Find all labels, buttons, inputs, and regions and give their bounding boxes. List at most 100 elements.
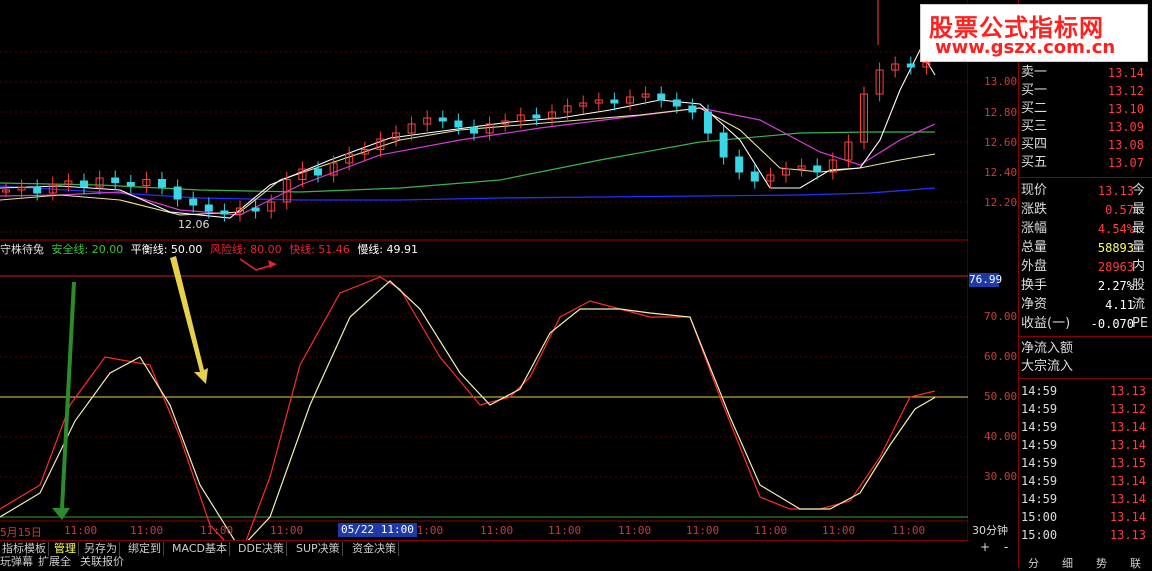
candle-body bbox=[158, 179, 166, 188]
tab-detail[interactable]: 细 bbox=[1062, 555, 1073, 571]
order-book-row[interactable]: 买一 13.12 bbox=[1018, 82, 1152, 100]
toolbar-template[interactable]: 模板 bbox=[22, 542, 49, 556]
slow-line bbox=[0, 280, 936, 550]
toolbar-bind-to[interactable]: 绑定到 bbox=[126, 542, 164, 556]
order-book-row[interactable]: 卖一 13.14 bbox=[1018, 64, 1152, 82]
yellow-arrow-icon bbox=[170, 256, 208, 384]
zoom-out-button[interactable]: - bbox=[1004, 540, 1008, 554]
chart-area[interactable] bbox=[0, 0, 969, 559]
indicator-legend: 守株待兔 安全线: 20.00 平衡线: 50.00 风险线: 80.00 快线… bbox=[0, 242, 422, 258]
side-tabs: 分 细 势 联 bbox=[1018, 555, 1152, 571]
toolbar2-expand[interactable]: 扩展全 bbox=[38, 556, 71, 568]
candle-body bbox=[813, 165, 822, 173]
tab-trend[interactable]: 势 bbox=[1096, 555, 1107, 571]
candle-body bbox=[173, 186, 182, 200]
time-axis-start: 5月15日 bbox=[0, 526, 42, 539]
ind-tick: 40.00 bbox=[984, 430, 1018, 443]
candle-body bbox=[126, 182, 135, 186]
toolbar-manage[interactable]: 管理 bbox=[52, 542, 79, 556]
risk-line-value: 风险线: 80.00 bbox=[209, 243, 282, 256]
tab-minute[interactable]: 分 bbox=[1028, 555, 1039, 571]
toolbar2-related-quote[interactable]: 关联报价 bbox=[80, 556, 124, 568]
ind-tick: 60.00 bbox=[984, 350, 1018, 363]
toolbar-save-as[interactable]: 另存为 bbox=[82, 542, 120, 556]
watermark-url: www.gszx.com.cn bbox=[935, 37, 1116, 58]
time-tick: 11:00 bbox=[686, 524, 720, 537]
low-price-label: 12.06 bbox=[178, 218, 210, 231]
balance-line-value: 平衡线: 50.00 bbox=[130, 243, 203, 256]
toolbar-fund[interactable]: 资金决策 bbox=[350, 542, 399, 556]
order-book-row[interactable]: 买三 13.09 bbox=[1018, 118, 1152, 136]
zoom-in-button[interactable]: + bbox=[980, 540, 990, 554]
stat-row: 换手 2.27% 股 bbox=[1021, 278, 1146, 293]
toolbar-macd[interactable]: MACD基本 bbox=[170, 542, 230, 556]
tick-row: 14:59 13.14 bbox=[1021, 420, 1146, 434]
stat-row: 外盘 28963 内 bbox=[1021, 259, 1146, 274]
time-tick: 11:00 bbox=[618, 524, 652, 537]
candle-body bbox=[657, 93, 666, 101]
stat-row: 涨跌 0.57 最 bbox=[1021, 202, 1146, 217]
tick-row: 14:59 13.14 bbox=[1021, 438, 1146, 452]
cursor-time-badge: 05/22 11:00 bbox=[338, 523, 417, 537]
toolbar-dde[interactable]: DDE决策 bbox=[236, 542, 287, 556]
candle-body bbox=[314, 168, 322, 176]
indicator-name[interactable]: 守株待兔 bbox=[0, 243, 44, 256]
tick-row: 15:00 13.14 bbox=[1021, 510, 1146, 524]
block-inflow-label: 大宗流入 bbox=[1021, 359, 1074, 374]
time-tick: 11:00 bbox=[64, 524, 98, 537]
ma-green bbox=[0, 131, 935, 193]
candle-body bbox=[750, 171, 759, 182]
price-tick: 12.40 bbox=[984, 166, 1018, 179]
toolbar-sup[interactable]: SUP决策 bbox=[294, 542, 343, 556]
candle-body bbox=[189, 198, 198, 206]
secondary-toolbar: 玩弹幕 扩展全 关联报价 bbox=[0, 556, 968, 568]
candle-body bbox=[220, 210, 229, 215]
candle-body bbox=[470, 126, 478, 134]
fast-line bbox=[0, 276, 936, 559]
price-tick: 12.80 bbox=[984, 106, 1018, 119]
candle-body bbox=[532, 114, 541, 119]
time-tick: 11:00 bbox=[200, 524, 234, 537]
period-label[interactable]: 30分钟 bbox=[972, 522, 1008, 538]
candle-body bbox=[735, 156, 744, 173]
time-tick: 11:00 bbox=[892, 524, 926, 537]
time-tick: 11:00 bbox=[270, 524, 304, 537]
time-tick: 11:00 bbox=[548, 524, 582, 537]
stat-row: 总量 58893 量 bbox=[1021, 240, 1146, 255]
indicator-toolbar: 指标 模板 管理 另存为 绑定到 MACD基本 DDE决策 SUP决策 资金决策 bbox=[0, 540, 968, 557]
time-tick: 11:00 bbox=[754, 524, 788, 537]
candle-body bbox=[438, 117, 447, 122]
time-tick: 11:00 bbox=[480, 524, 514, 537]
order-book-row[interactable]: 买五 13.07 bbox=[1018, 154, 1152, 172]
fast-line-value: 快线: 51.46 bbox=[289, 243, 350, 256]
ind-tick: 30.00 bbox=[984, 470, 1018, 483]
tick-row: 14:59 13.12 bbox=[1021, 402, 1146, 416]
time-tick: 11:00 bbox=[130, 524, 164, 537]
candle-body bbox=[204, 204, 213, 212]
tick-row: 15:00 13.13 bbox=[1021, 528, 1146, 542]
slow-line-value: 慢线: 49.91 bbox=[357, 243, 419, 256]
site-watermark: 股票公式指标网 www.gszx.com.cn bbox=[920, 4, 1148, 62]
candle-body bbox=[672, 99, 681, 107]
candle-body bbox=[111, 177, 120, 183]
order-book-row[interactable]: 买二 13.10 bbox=[1018, 100, 1152, 118]
order-book-row[interactable]: 买四 13.08 bbox=[1018, 136, 1152, 154]
candle-body bbox=[454, 120, 463, 128]
candle-body bbox=[906, 63, 915, 68]
toolbar2-danmu[interactable]: 玩弹幕 bbox=[0, 556, 33, 568]
net-inflow-label: 净流入额 bbox=[1021, 341, 1074, 356]
stat-row: 收益(一) -0.070 PE bbox=[1021, 316, 1149, 331]
kline-chart[interactable] bbox=[0, 0, 969, 559]
price-tick: 12.60 bbox=[984, 136, 1018, 149]
time-tick: 11:00 bbox=[822, 524, 856, 537]
ind-tick: 70.00 bbox=[984, 310, 1018, 323]
stat-row: 现价 13.13 今 bbox=[1021, 183, 1146, 198]
zoom-controls: + - bbox=[968, 540, 1018, 568]
candle-body bbox=[251, 207, 260, 212]
tab-related[interactable]: 联 bbox=[1130, 555, 1141, 571]
stat-row: 涨幅 4.54% 最 bbox=[1021, 221, 1146, 236]
stat-row: 净资 4.11 流 bbox=[1021, 297, 1146, 312]
tick-row: 14:59 13.14 bbox=[1021, 474, 1146, 488]
candle-body bbox=[719, 132, 728, 158]
tick-row: 14:59 13.14 bbox=[1021, 492, 1146, 506]
